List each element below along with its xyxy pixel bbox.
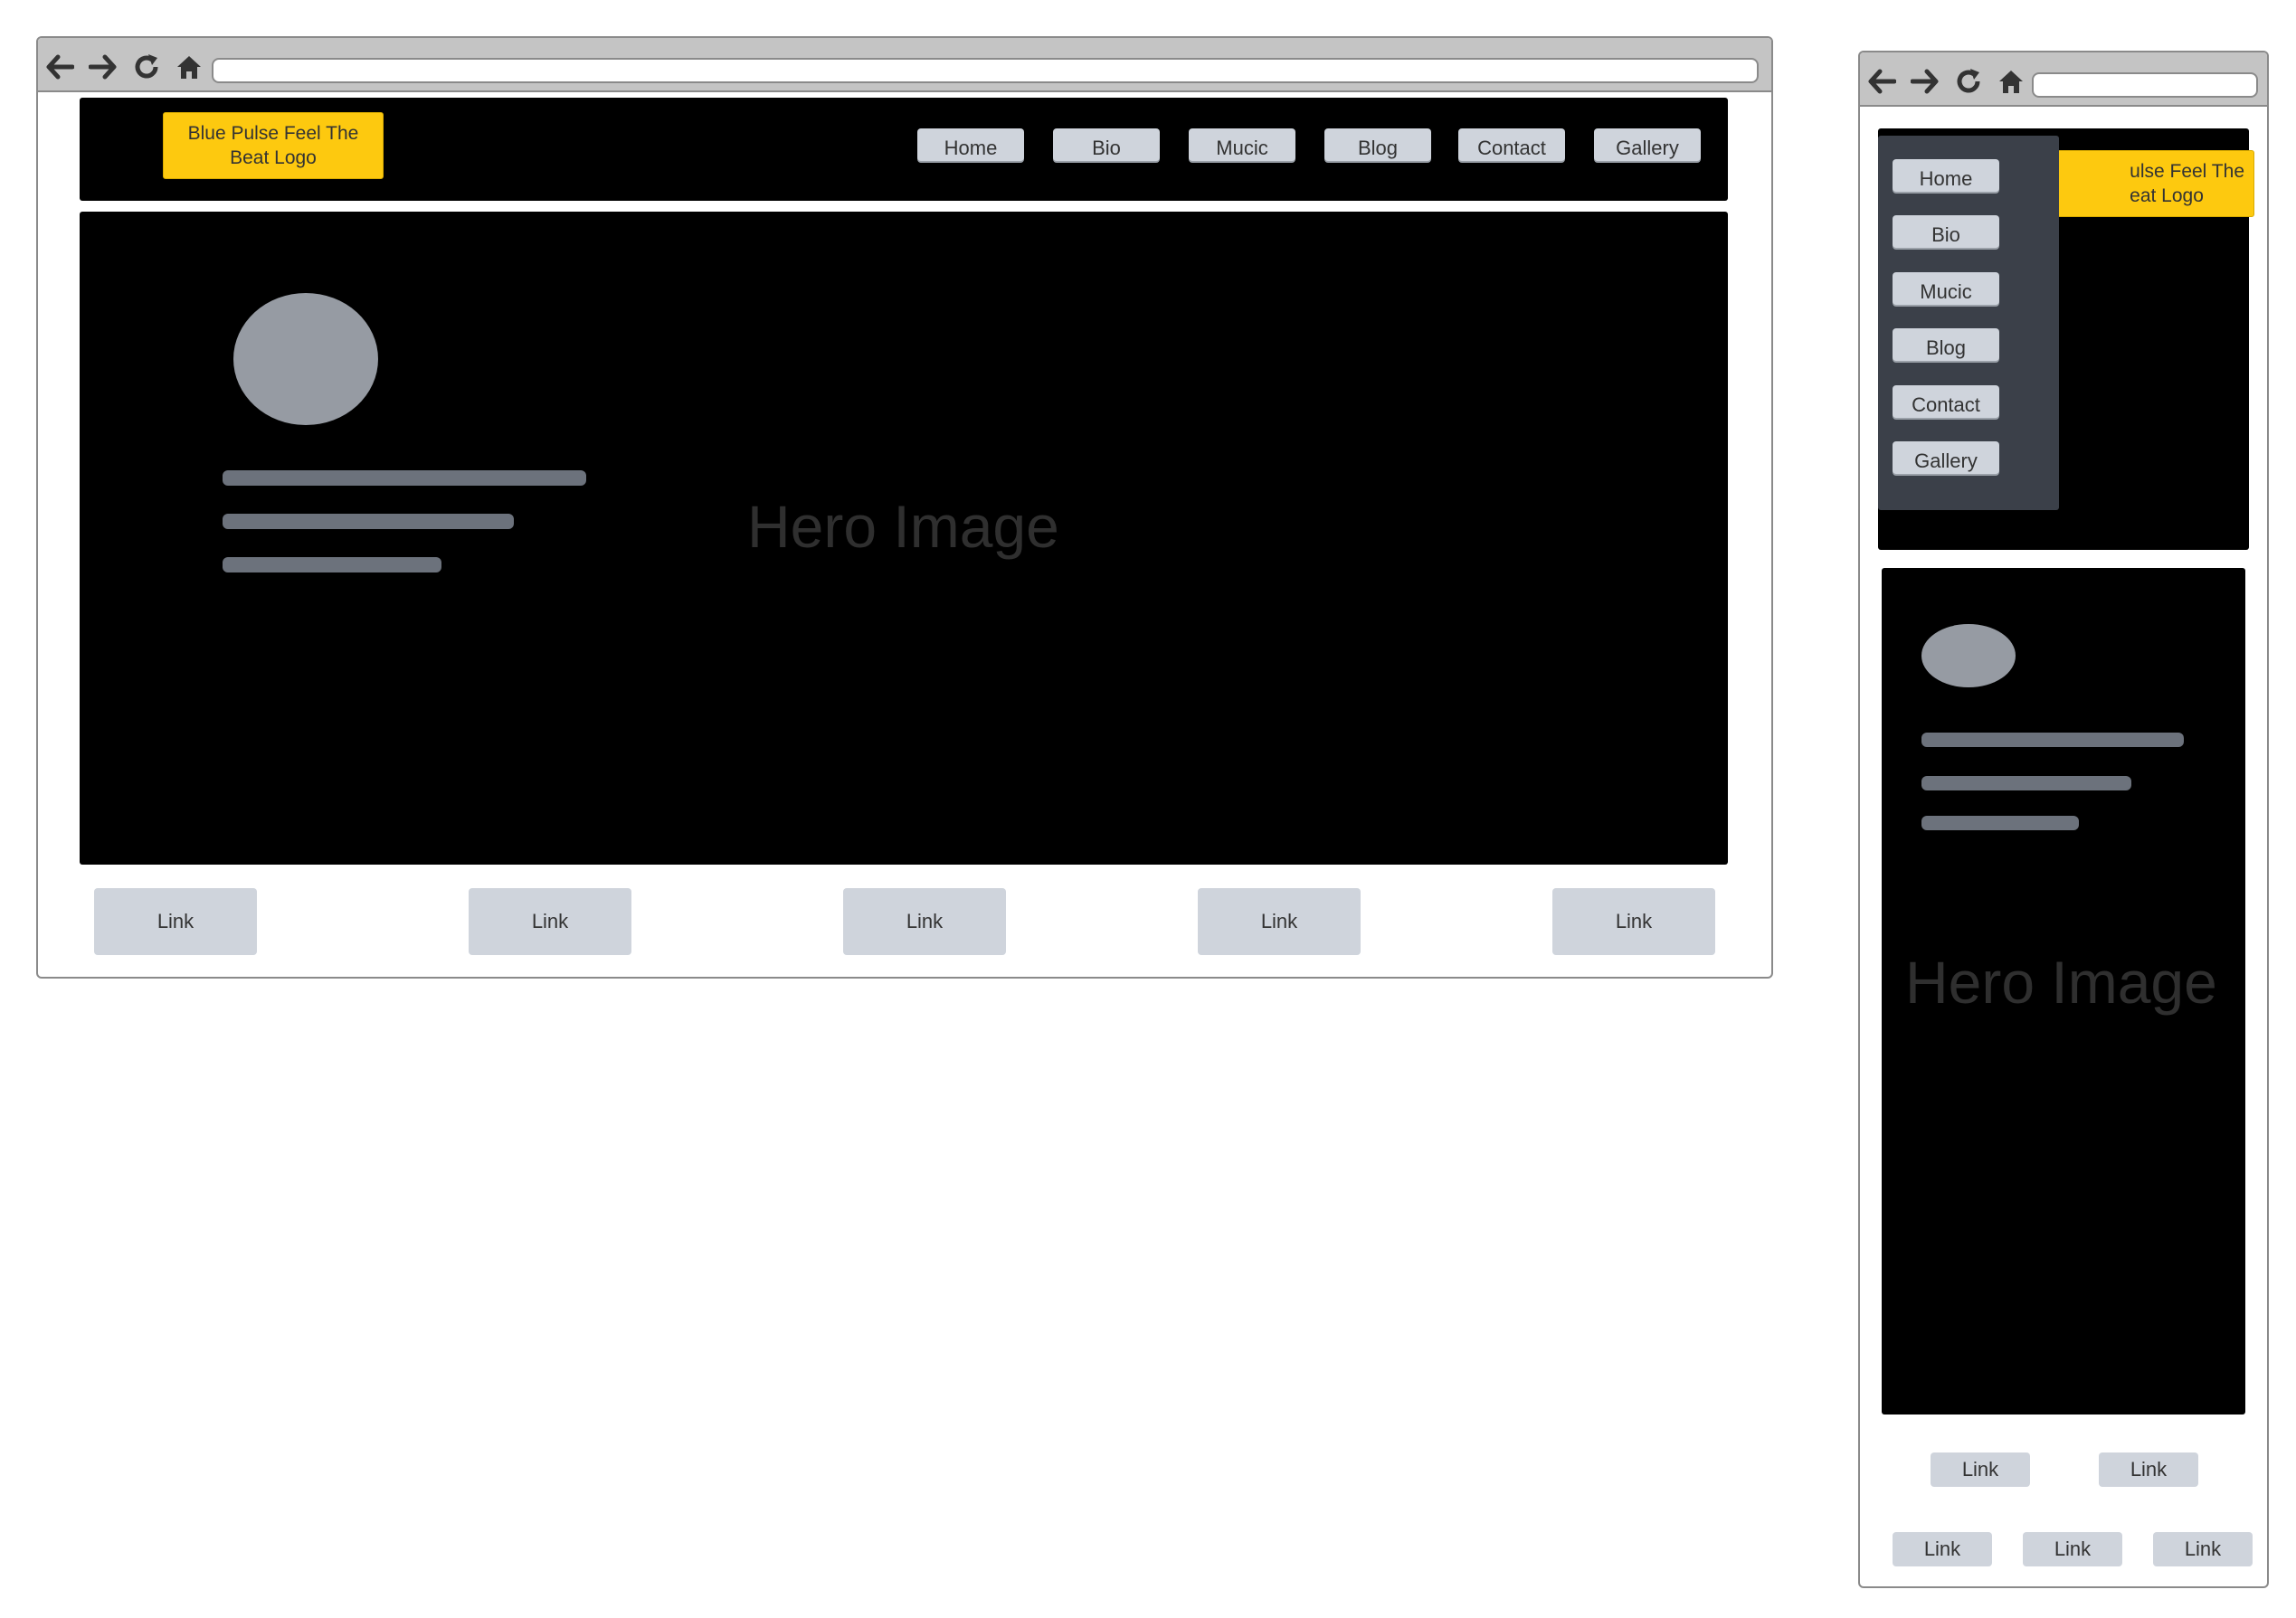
mobile-hero-label: Hero Image xyxy=(1905,949,2217,1016)
mobile-footer-link[interactable]: Link xyxy=(1931,1452,2030,1487)
mobile-browser-toolbar xyxy=(1860,52,2267,107)
desktop-hero-text-line xyxy=(223,514,514,529)
mobile-hero-text-line xyxy=(1921,776,2131,790)
nav-gallery-button[interactable]: Gallery xyxy=(1594,128,1701,161)
mobile-browser-window: ulse Feel The eat Logo Home Bio Mucic Bl… xyxy=(1858,51,2269,1588)
forward-arrow-icon[interactable] xyxy=(1911,69,1940,94)
desktop-hero-avatar xyxy=(233,293,378,425)
forward-arrow-icon[interactable] xyxy=(89,54,118,80)
reload-icon[interactable] xyxy=(1954,67,1983,96)
mobile-nav-blog-button[interactable]: Blog xyxy=(1893,328,1999,361)
desktop-logo[interactable]: Blue Pulse Feel The Beat Logo xyxy=(163,112,384,179)
mobile-footer-link[interactable]: Link xyxy=(2099,1452,2198,1487)
desktop-footer-link-label: Link xyxy=(1260,910,1298,932)
nav-bio-button[interactable]: Bio xyxy=(1053,128,1160,161)
mobile-footer-link-label: Link xyxy=(1923,1538,1961,1560)
mobile-nav-music-button[interactable]: Mucic xyxy=(1893,272,1999,305)
mobile-nav-bio-button[interactable]: Bio xyxy=(1893,215,1999,248)
mobile-footer-link-label: Link xyxy=(2054,1538,2092,1560)
nav-bio-label: Bio xyxy=(1092,137,1121,159)
desktop-footer-link[interactable]: Link xyxy=(94,888,257,955)
nav-home-label: Home xyxy=(944,137,998,159)
nav-contact-button[interactable]: Contact xyxy=(1458,128,1565,161)
mobile-hero-text-line xyxy=(1921,733,2184,747)
desktop-logo-text: Blue Pulse Feel The Beat Logo xyxy=(187,123,359,168)
mobile-nav-home-button[interactable]: Home xyxy=(1893,159,1999,192)
mobile-footer-link-label: Link xyxy=(2130,1458,2168,1481)
mobile-nav-music-label: Mucic xyxy=(1920,280,1972,303)
reload-icon[interactable] xyxy=(132,52,161,81)
nav-blog-label: Blog xyxy=(1357,137,1399,159)
desktop-footer-link[interactable]: Link xyxy=(1552,888,1715,955)
mobile-nav-contact-button[interactable]: Contact xyxy=(1893,385,1999,418)
desktop-hero-text-line xyxy=(223,557,441,572)
desktop-footer-link[interactable]: Link xyxy=(469,888,631,955)
address-bar[interactable] xyxy=(2032,72,2258,98)
nav-gallery-label: Gallery xyxy=(1616,137,1679,159)
mobile-nav-bio-label: Bio xyxy=(1931,223,1960,246)
desktop-footer-link-label: Link xyxy=(1615,910,1653,932)
desktop-hero-label: Hero Image xyxy=(747,493,1059,560)
desktop-browser-toolbar xyxy=(38,38,1771,92)
mobile-footer-link[interactable]: Link xyxy=(1893,1532,1992,1566)
mobile-nav-home-label: Home xyxy=(1919,167,1973,190)
back-arrow-icon[interactable] xyxy=(45,54,74,80)
desktop-footer-link-label: Link xyxy=(531,910,569,932)
nav-music-button[interactable]: Mucic xyxy=(1189,128,1295,161)
address-bar[interactable] xyxy=(212,58,1759,83)
mobile-footer-link-label: Link xyxy=(1961,1458,1999,1481)
mobile-hero-text-line xyxy=(1921,816,2079,830)
nav-blog-button[interactable]: Blog xyxy=(1324,128,1431,161)
desktop-browser-window: Blue Pulse Feel The Beat Logo Home Bio M… xyxy=(36,36,1773,979)
desktop-footer-link-label: Link xyxy=(906,910,944,932)
mobile-logo-text: ulse Feel The eat Logo xyxy=(2130,159,2244,208)
mobile-nav-blog-label: Blog xyxy=(1925,336,1967,359)
nav-contact-label: Contact xyxy=(1477,137,1546,159)
home-icon[interactable] xyxy=(176,53,203,80)
back-arrow-icon[interactable] xyxy=(1867,69,1896,94)
mobile-footer-link-label: Link xyxy=(2184,1538,2222,1560)
mobile-footer-link[interactable]: Link xyxy=(2153,1532,2253,1566)
mobile-logo-line: eat Logo xyxy=(2130,185,2204,206)
desktop-footer-link[interactable]: Link xyxy=(843,888,1006,955)
mobile-hero-avatar xyxy=(1921,624,2016,687)
mobile-logo-line: ulse Feel The xyxy=(2130,161,2244,182)
nav-home-button[interactable]: Home xyxy=(917,128,1024,161)
desktop-footer-link[interactable]: Link xyxy=(1198,888,1361,955)
desktop-hero-text-line xyxy=(223,470,586,486)
mobile-nav-contact-label: Contact xyxy=(1912,393,1980,416)
home-icon[interactable] xyxy=(1997,68,2025,95)
mobile-nav-gallery-button[interactable]: Gallery xyxy=(1893,441,1999,474)
desktop-footer-link-label: Link xyxy=(157,910,194,932)
mobile-nav-gallery-label: Gallery xyxy=(1914,449,1978,472)
mobile-footer-link[interactable]: Link xyxy=(2023,1532,2122,1566)
nav-music-label: Mucic xyxy=(1216,137,1268,159)
